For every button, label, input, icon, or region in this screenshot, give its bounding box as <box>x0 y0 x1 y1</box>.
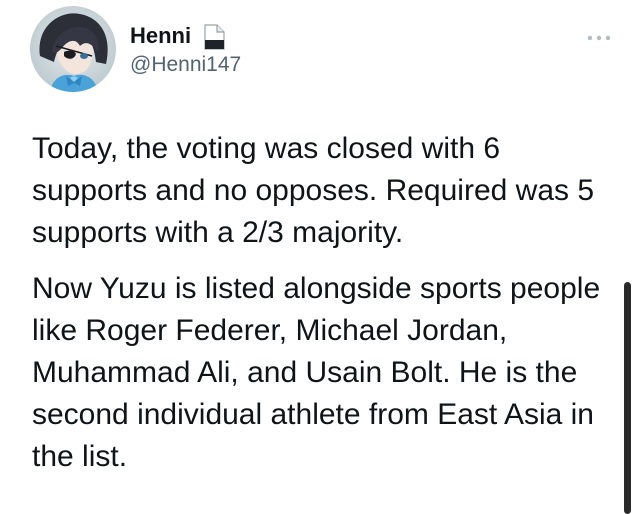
more-horizontal-icon[interactable] <box>586 30 612 41</box>
user-name-row[interactable]: Henni <box>130 20 229 52</box>
tweet-paragraph-2: Now Yuzu is listed alongside sports peop… <box>32 272 601 473</box>
display-name[interactable]: Henni <box>130 25 191 47</box>
tweet-text: Today, the voting was closed with 6 supp… <box>32 128 602 492</box>
avatar[interactable] <box>30 6 116 92</box>
document-icon <box>199 22 229 52</box>
user-handle[interactable]: @Henni147 <box>130 54 241 75</box>
scrollbar[interactable] <box>624 282 631 514</box>
tweet-paragraph-1: Today, the voting was closed with 6 supp… <box>32 132 595 249</box>
tweet-card: Henni @Henni147 Today, the voting was cl… <box>0 0 640 514</box>
